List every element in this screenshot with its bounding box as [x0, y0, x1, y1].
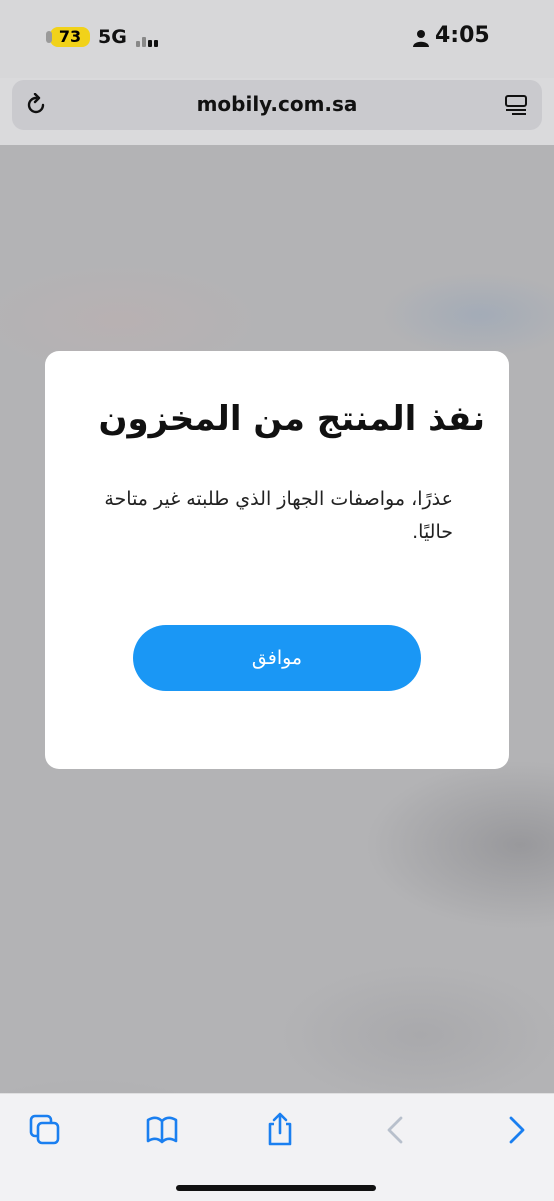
tabs-icon[interactable]	[27, 1112, 63, 1148]
browser-address-area: mobily.com.sa	[0, 78, 554, 145]
dialog-message: عذرًا، مواصفات الجهاز الذي طلبته غير متا…	[104, 488, 453, 543]
battery-indicator: 73	[46, 27, 90, 47]
clock: 4:05	[435, 23, 490, 48]
status-bar: 73 5G 4:05	[0, 0, 554, 78]
share-icon[interactable]	[262, 1112, 298, 1148]
person-icon	[413, 30, 429, 47]
url-text[interactable]: mobily.com.sa	[12, 92, 542, 116]
back-icon[interactable]	[378, 1112, 414, 1148]
home-indicator	[176, 1185, 376, 1191]
address-bar[interactable]: mobily.com.sa	[12, 80, 542, 130]
reader-mode-icon[interactable]	[504, 94, 528, 116]
dialog-title: نفذ المنتج من المخزون	[98, 399, 485, 439]
bookmarks-icon[interactable]	[144, 1112, 180, 1148]
forward-icon[interactable]	[498, 1112, 534, 1148]
out-of-stock-dialog: نفذ المنتج من المخزون عذرًا، مواصفات الج…	[45, 351, 509, 769]
signal-icon	[136, 31, 162, 47]
network-type: 5G	[98, 26, 127, 48]
ok-button[interactable]: موافق	[133, 625, 421, 691]
